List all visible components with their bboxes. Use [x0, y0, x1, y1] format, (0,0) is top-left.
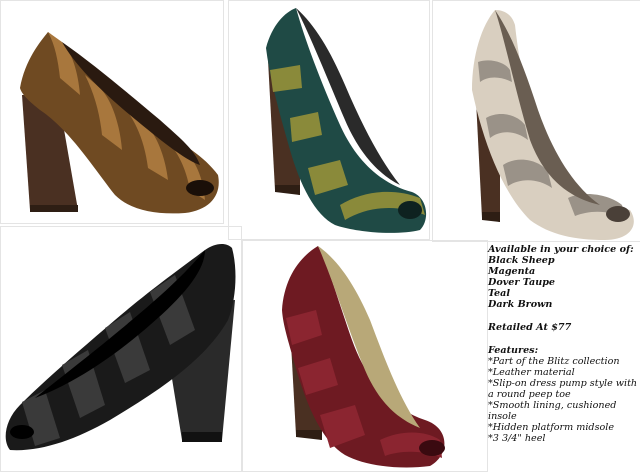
feature-item: *Part of the Blitz collection	[488, 356, 620, 367]
feature-item: *Slip-on dress pump style with a round p…	[488, 378, 638, 400]
option-magenta: Magenta	[488, 266, 536, 277]
feature-item: *Hidden platform midsole	[488, 422, 615, 433]
feature-item: *Leather material	[488, 367, 575, 378]
shoe-bronze-icon[interactable]	[20, 32, 219, 214]
shoe-teal-icon[interactable]	[266, 8, 427, 233]
shoe-black-icon[interactable]	[5, 244, 236, 451]
option-teal: Teal	[488, 288, 511, 299]
shoe-magenta-icon[interactable]	[282, 246, 445, 468]
option-dover-taupe: Dover Taupe	[488, 277, 556, 288]
option-dark-brown: Dark Brown	[488, 299, 553, 310]
retail-price: Retailed At $77	[488, 322, 572, 333]
product-info-panel: Available in your choice of: Black Sheep…	[488, 244, 638, 469]
option-black-sheep: Black Sheep	[488, 255, 555, 266]
shoe-taupe-icon[interactable]	[472, 10, 634, 240]
availability-heading: Available in your choice of:	[488, 244, 634, 255]
feature-item: *3 3/4" heel	[488, 433, 546, 444]
features-title: Features:	[488, 345, 539, 356]
feature-item: *Smooth lining, cushioned insole	[488, 400, 617, 422]
